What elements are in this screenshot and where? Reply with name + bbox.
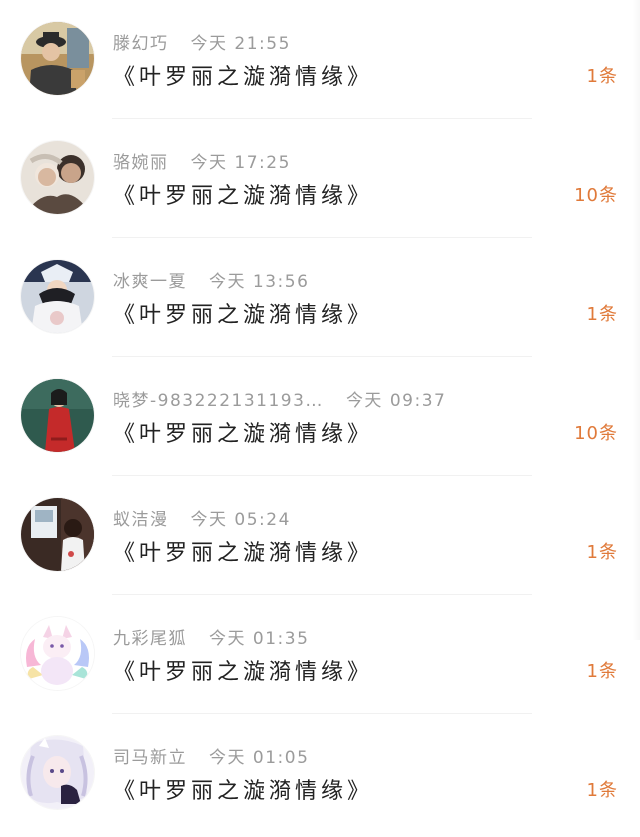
comment-meta: 晓梦-983222131193… 今天 09:37 bbox=[113, 386, 447, 411]
comment-time: 今天 21:55 bbox=[190, 33, 291, 54]
avatar-nine-tailed-fox-icon[interactable] bbox=[21, 617, 94, 690]
comment-list: 滕幻巧 今天 21:55 《叶罗丽之漩漪情缘》 1条 骆婉丽 今天 17:25 … bbox=[0, 0, 640, 837]
avatar-costume-character-icon[interactable] bbox=[21, 260, 94, 333]
comment-title[interactable]: 《叶罗丽之漩漪情缘》 bbox=[113, 655, 373, 685]
avatar-girl-room-icon[interactable] bbox=[21, 498, 94, 571]
comment-title[interactable]: 《叶罗丽之漩漪情缘》 bbox=[113, 298, 373, 328]
comment-row[interactable]: 蚁洁漫 今天 05:24 《叶罗丽之漩漪情缘》 1条 bbox=[0, 476, 640, 595]
comment-row[interactable]: 冰爽一夏 今天 13:56 《叶罗丽之漩漪情缘》 1条 bbox=[0, 238, 640, 357]
user-name[interactable]: 九彩尾狐 bbox=[113, 624, 187, 649]
user-name[interactable]: 蚁洁漫 bbox=[113, 505, 169, 530]
comment-count[interactable]: 1条 bbox=[587, 538, 618, 564]
avatar-anime-white-hair-icon[interactable] bbox=[21, 736, 94, 809]
comment-count[interactable]: 1条 bbox=[587, 776, 618, 802]
comment-meta: 司马新立 今天 01:05 bbox=[113, 743, 310, 768]
comment-time: 今天 17:25 bbox=[190, 152, 291, 173]
comment-meta: 滕幻巧 今天 21:55 bbox=[113, 29, 291, 54]
comment-row[interactable]: 司马新立 今天 01:05 《叶罗丽之漩漪情缘》 1条 bbox=[0, 714, 640, 833]
user-name[interactable]: 司马新立 bbox=[113, 743, 187, 768]
comment-count[interactable]: 1条 bbox=[587, 62, 618, 88]
comment-title[interactable]: 《叶罗丽之漩漪情缘》 bbox=[113, 774, 373, 804]
comment-row[interactable]: 晓梦-983222131193… 今天 09:37 《叶罗丽之漩漪情缘》 10条 bbox=[0, 357, 640, 476]
avatar-woman-red-dress-icon[interactable] bbox=[21, 379, 94, 452]
comment-time: 今天 09:37 bbox=[345, 390, 447, 411]
comment-count[interactable]: 1条 bbox=[587, 657, 618, 683]
comment-meta: 冰爽一夏 今天 13:56 bbox=[113, 267, 310, 292]
comment-row[interactable]: 骆婉丽 今天 17:25 《叶罗丽之漩漪情缘》 10条 bbox=[0, 119, 640, 238]
comment-title[interactable]: 《叶罗丽之漩漪情缘》 bbox=[113, 417, 373, 447]
comment-meta: 九彩尾狐 今天 01:35 bbox=[113, 624, 310, 649]
comment-title[interactable]: 《叶罗丽之漩漪情缘》 bbox=[113, 179, 373, 209]
avatar-couple-photo-icon[interactable] bbox=[21, 141, 94, 214]
comment-time: 今天 01:35 bbox=[209, 628, 310, 649]
user-name[interactable]: 冰爽一夏 bbox=[113, 267, 187, 292]
comment-count[interactable]: 10条 bbox=[574, 419, 618, 445]
comment-row[interactable]: 九彩尾狐 今天 01:35 《叶罗丽之漩漪情缘》 1条 bbox=[0, 595, 640, 714]
avatar-man-in-hat-icon[interactable] bbox=[21, 22, 94, 95]
comment-count[interactable]: 10条 bbox=[574, 181, 618, 207]
right-edge-shade bbox=[632, 0, 640, 640]
comment-row[interactable]: 滕幻巧 今天 21:55 《叶罗丽之漩漪情缘》 1条 bbox=[0, 0, 640, 119]
user-name[interactable]: 骆婉丽 bbox=[113, 148, 169, 173]
comment-time: 今天 05:24 bbox=[190, 509, 291, 530]
comment-time: 今天 13:56 bbox=[209, 271, 310, 292]
comment-title[interactable]: 《叶罗丽之漩漪情缘》 bbox=[113, 60, 373, 90]
comment-meta: 蚁洁漫 今天 05:24 bbox=[113, 505, 291, 530]
user-name[interactable]: 晓梦-983222131193… bbox=[113, 386, 324, 411]
comment-count[interactable]: 1条 bbox=[587, 300, 618, 326]
comment-time: 今天 01:05 bbox=[209, 747, 310, 768]
comment-meta: 骆婉丽 今天 17:25 bbox=[113, 148, 291, 173]
comment-title[interactable]: 《叶罗丽之漩漪情缘》 bbox=[113, 536, 373, 566]
user-name[interactable]: 滕幻巧 bbox=[113, 29, 169, 54]
